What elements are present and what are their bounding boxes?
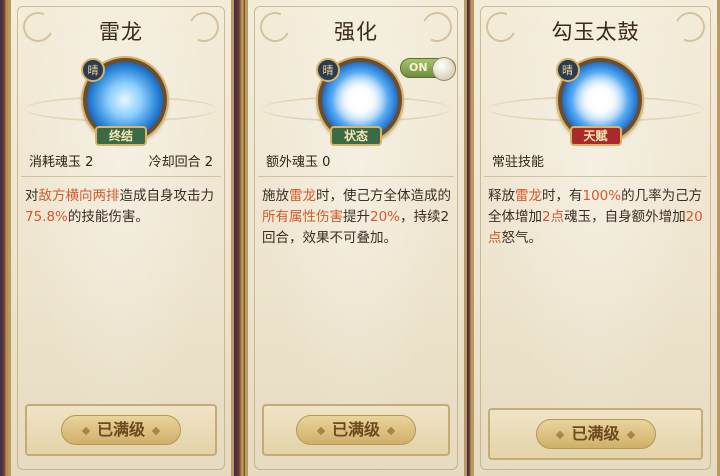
skill-card-thunder-dragon: 雷龙 晴 终结 消耗魂玉 2 冷却回合 2 对敌方横向两排造成自身攻击力75.8… <box>8 0 234 476</box>
toggle-label: ON <box>409 61 428 74</box>
max-level-panel: 已满级 <box>488 408 703 460</box>
skill-type-tag: 状态 <box>330 126 382 146</box>
max-level-panel: 已满级 <box>262 404 450 456</box>
skill-card-enhance: 强化 ON 晴 状态 额外魂玉 0 施放雷龙时，使己方全体造成的所有属性伤害提升… <box>245 0 467 476</box>
max-level-panel: 已满级 <box>25 404 217 456</box>
card-title: 勾玉太鼓 <box>551 20 640 44</box>
card-title: 强化 <box>334 20 378 44</box>
max-level-button[interactable]: 已满级 <box>61 415 181 445</box>
diamond-icon <box>626 430 635 439</box>
sun-badge-icon: 晴 <box>555 58 580 82</box>
light-burst-icon <box>332 72 388 128</box>
stat-row: 额外魂玉 0 <box>258 150 454 177</box>
skill-description: 释放雷龙时，有100%的几率为己方全体增加2点魂玉，自身额外增加20点怒气。 <box>488 188 703 246</box>
cost-label: 消耗魂玉 2 <box>29 155 94 170</box>
diamond-icon <box>556 430 565 439</box>
toggle-knob-icon <box>432 57 456 81</box>
sun-badge-icon: 晴 <box>81 58 105 82</box>
diamond-icon <box>81 426 91 435</box>
max-level-button[interactable]: 已满级 <box>296 415 416 445</box>
diamond-icon <box>386 426 396 435</box>
max-level-button[interactable]: 已满级 <box>535 419 656 449</box>
enhance-toggle[interactable]: ON <box>400 57 456 81</box>
cooldown-label: 冷却回合 2 <box>148 155 213 170</box>
skill-description: 施放雷龙时，使己方全体造成的所有属性伤害提升20%，持续2回合，效果不可叠加。 <box>262 188 451 246</box>
diamond-icon <box>316 426 326 435</box>
stat-row: 消耗魂玉 2 冷却回合 2 <box>21 150 221 177</box>
skill-card-magatama-drum: 勾玉太鼓 晴 天赋 常驻技能 释放雷龙时，有100%的几率为己方全体增加2点魂玉… <box>471 0 720 476</box>
stat-row: 常驻技能 <box>484 150 707 177</box>
skill-description: 对敌方横向两排造成自身攻击力75.8%的技能伤害。 <box>25 188 214 225</box>
card-title: 雷龙 <box>99 20 143 44</box>
light-burst-icon <box>571 72 628 128</box>
sun-badge-icon: 晴 <box>316 58 340 82</box>
skill-type-tag: 终结 <box>95 126 147 146</box>
diamond-icon <box>151 426 161 435</box>
skill-type-tag: 天赋 <box>569 126 622 146</box>
passive-label: 常驻技能 <box>492 155 545 170</box>
extra-jade-label: 额外魂玉 0 <box>266 155 331 170</box>
